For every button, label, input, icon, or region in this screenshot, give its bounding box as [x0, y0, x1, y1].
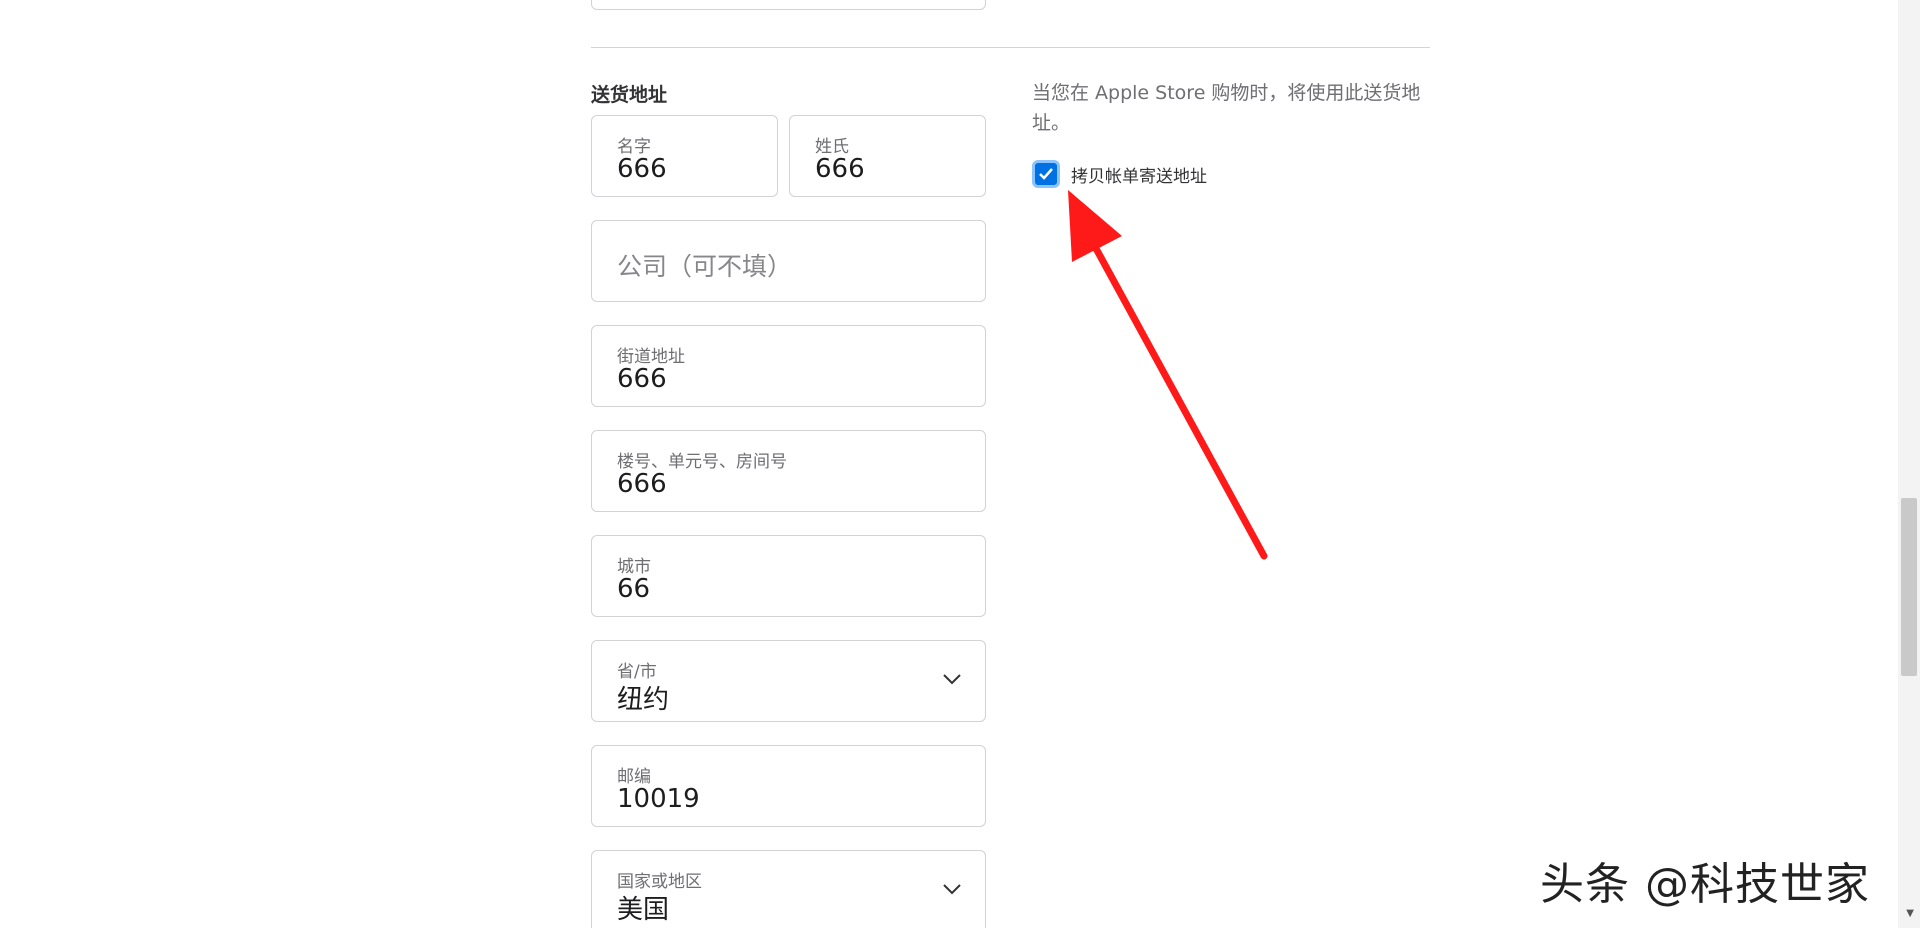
scrollbar-thumb[interactable] — [1901, 498, 1917, 676]
vertical-scrollbar[interactable]: ▼ — [1898, 0, 1920, 928]
scroll-down-arrow-icon[interactable]: ▼ — [1906, 908, 1914, 919]
annotation-arrow-icon — [1068, 190, 1268, 560]
watermark: 头条 @科技世家 — [1540, 859, 1870, 910]
